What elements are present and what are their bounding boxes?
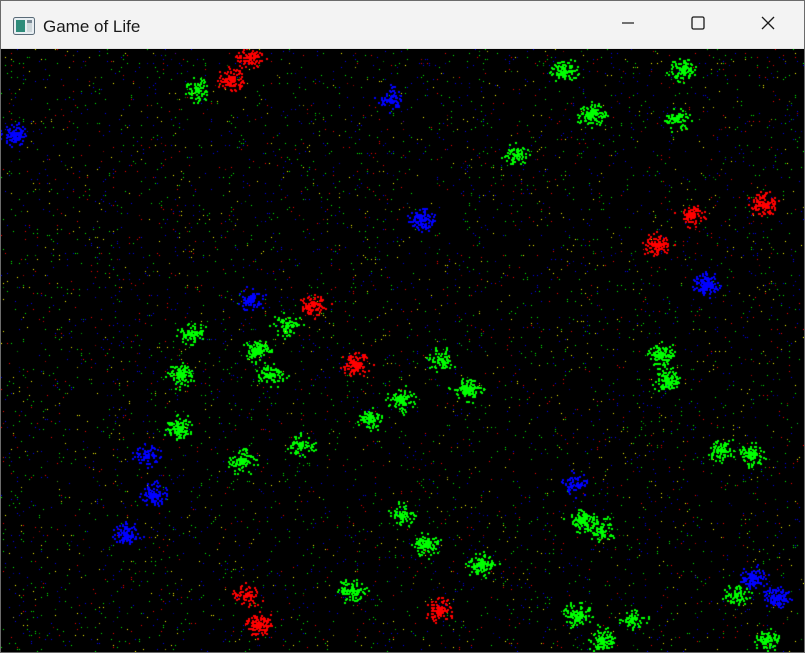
close-button[interactable] <box>733 1 803 49</box>
maximize-button[interactable] <box>663 1 733 49</box>
minimize-button[interactable] <box>593 1 663 49</box>
app-window: Game of Life <box>0 0 805 653</box>
close-icon <box>761 16 775 35</box>
title-bar[interactable]: Game of Life <box>1 1 804 49</box>
minimize-icon <box>621 16 635 35</box>
game-board[interactable] <box>1 49 804 652</box>
window-title: Game of Life <box>43 17 141 36</box>
life-grid-canvas[interactable] <box>1 49 804 652</box>
maximize-icon <box>691 15 705 35</box>
window-app-icon <box>13 17 35 35</box>
